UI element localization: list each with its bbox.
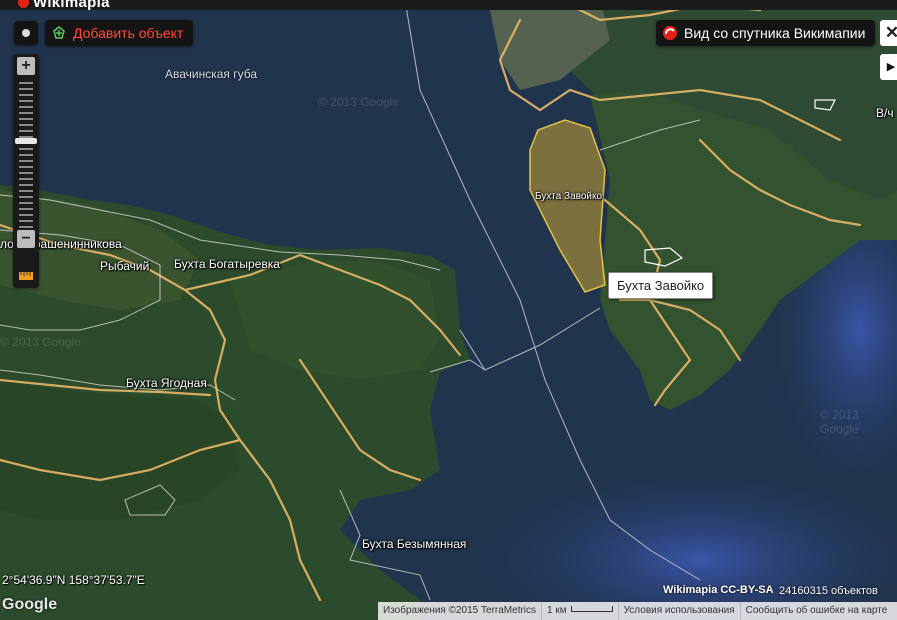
expand-panel-icon[interactable]: ▶ — [880, 54, 897, 80]
zoom-slider-track[interactable] — [19, 82, 33, 228]
wikimapia-logo-icon — [663, 26, 677, 40]
report-error-link[interactable]: Сообщить об ошибке на карте — [746, 605, 888, 616]
add-object-icon — [53, 26, 65, 39]
app-brand[interactable]: Wikimapia — [18, 0, 110, 11]
zoom-out-button[interactable]: − — [17, 230, 35, 248]
place-label-bogatyrevka-bay[interactable]: Бухта Богатыревка — [174, 257, 280, 271]
zoom-control[interactable]: + − — [13, 54, 39, 288]
place-label-yagodnaya-bay[interactable]: Бухта Ягодная — [126, 376, 207, 390]
scale-bar: 1 км — [542, 602, 619, 620]
ruler-icon[interactable] — [18, 268, 34, 282]
satellite-view-button[interactable]: Вид со спутника Викимапии — [656, 20, 876, 46]
place-label-vilyuchinsk[interactable]: В/ч — [876, 106, 894, 120]
imagery-attribution: Изображения ©2015 TerraMetrics — [378, 602, 543, 620]
map-watermark: © 2013 Google — [820, 408, 859, 436]
location-dot-icon — [22, 29, 30, 37]
map-watermark: © 2013 Google — [318, 95, 399, 109]
scale-label: 1 км — [547, 605, 567, 616]
place-label-bezymyannaya-bay[interactable]: Бухта Безымянная — [362, 537, 466, 551]
map-watermark: © 2013 Google — [0, 335, 81, 349]
add-object-label: Добавить объект — [73, 25, 184, 41]
zoom-slider-thumb[interactable] — [15, 138, 37, 144]
coordinates-readout: 2°54'36.9"N 158°37'53.7"E — [2, 573, 145, 587]
brand-label: Wikimapia — [33, 0, 110, 11]
object-count: 24160315 объектов — [779, 585, 878, 597]
terms-link[interactable]: Условия использования — [624, 605, 735, 616]
map-footer: Изображения ©2015 TerraMetrics 1 км Усло… — [378, 602, 897, 620]
place-label-zavoyko-bay[interactable]: Бухта Завойко — [535, 191, 602, 202]
location-button[interactable] — [14, 21, 38, 45]
license-link[interactable]: Wikimapia CC-BY-SA — [663, 584, 774, 596]
add-object-button[interactable]: Добавить объект — [45, 20, 194, 46]
satellite-view-label: Вид со спутника Викимапии — [684, 25, 866, 41]
zoom-in-button[interactable]: + — [17, 57, 35, 75]
wikimapia-logo-icon — [18, 0, 29, 8]
scale-bar-graphic — [570, 606, 613, 612]
top-bar: Wikimapia — [0, 0, 897, 11]
place-label-avacha-bay[interactable]: Авачинская губа — [165, 67, 257, 81]
place-label-rybachy[interactable]: Рыбачий — [100, 259, 149, 273]
close-icon[interactable]: ✕ — [880, 20, 897, 46]
google-logo: Google — [2, 596, 58, 613]
map-tooltip: Бухта Завойко — [608, 272, 714, 299]
satellite-map[interactable] — [0, 0, 897, 620]
